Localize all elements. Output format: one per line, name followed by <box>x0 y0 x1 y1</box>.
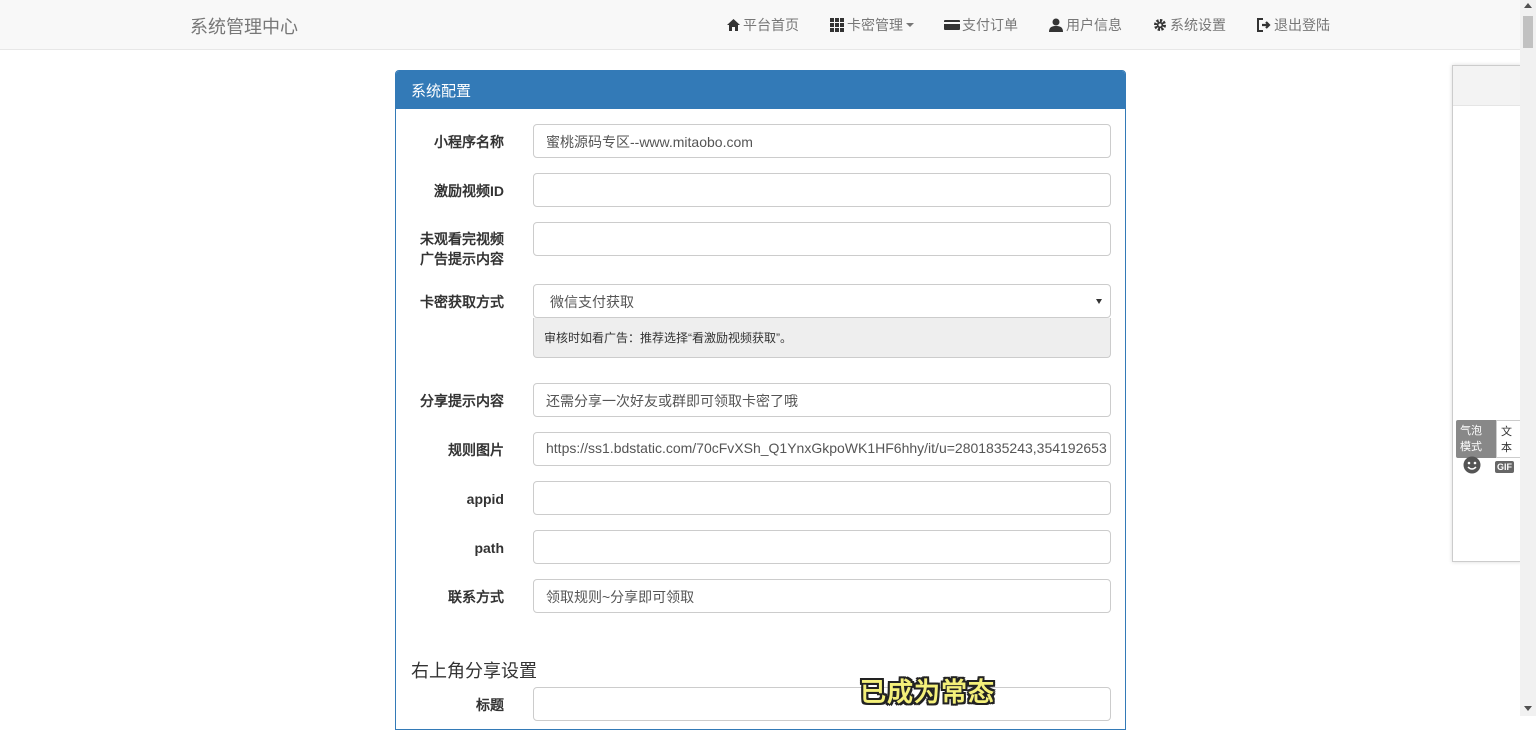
nav-item-user-info[interactable]: 用户信息 <box>1048 15 1122 35</box>
app-name-input[interactable]: 蜜桃源码专区--www.mitaobo.com <box>533 124 1111 158</box>
card-method-selected-value: 微信支付获取 <box>550 294 634 310</box>
nav-item-system-settings[interactable]: 系统设置 <box>1152 15 1226 35</box>
text-mode-button[interactable]: 文本 <box>1496 420 1522 458</box>
video-subtitle: 已成为常态 <box>860 677 996 707</box>
system-config-panel: 系统配置 小程序名称 蜜桃源码专区--www.mitaobo.com 激励视频I… <box>395 70 1126 730</box>
app-name-label: 小程序名称 <box>434 134 504 150</box>
share-title-label: 标题 <box>476 697 504 713</box>
nav-item-label: 系统设置 <box>1170 17 1226 33</box>
scroll-up-arrow-icon[interactable] <box>1524 3 1532 8</box>
scrollbar-thumb[interactable] <box>1523 16 1533 48</box>
path-label: path <box>474 540 504 556</box>
unwatched-tip-label: 未观看完视频 广告提示内容 <box>396 229 504 269</box>
path-input[interactable] <box>533 530 1111 564</box>
card-method-label: 卡密获取方式 <box>420 294 504 310</box>
nav-item-payment-orders[interactable]: 支付订单 <box>944 15 1018 35</box>
page-scrollbar[interactable] <box>1520 0 1536 716</box>
nav-item-label: 退出登陆 <box>1274 17 1330 33</box>
gif-icon[interactable]: GIF <box>1495 460 1514 473</box>
rule-image-input[interactable]: https://ss1.bdstatic.com/70cFvXSh_Q1YnxG… <box>533 432 1111 466</box>
reward-video-id-label: 激励视频ID <box>434 183 504 199</box>
home-icon <box>725 17 741 33</box>
nav-menu: 平台首页 卡密管理 支付订单 用户信息 系统设置 退出登陆 <box>695 0 1330 50</box>
nav-item-home[interactable]: 平台首页 <box>725 15 799 35</box>
emoji-icon[interactable] <box>1463 456 1481 477</box>
reward-video-id-input[interactable] <box>533 173 1111 207</box>
mode-toggle: 气泡模式 文本 <box>1456 420 1522 458</box>
contact-label: 联系方式 <box>448 589 504 605</box>
nav-item-logout[interactable]: 退出登陆 <box>1256 15 1330 35</box>
share-tip-input[interactable]: 还需分享一次好友或群即可领取卡密了哦 <box>533 383 1111 417</box>
gear-icon <box>1152 17 1168 33</box>
appid-label: appid <box>466 491 504 507</box>
caret-down-icon <box>906 23 914 27</box>
card-method-help: 审核时如看广告：推荐选择“看激励视频获取”。 <box>533 318 1111 358</box>
panel-title: 系统配置 <box>396 71 1125 109</box>
select-arrow-icon <box>1096 299 1102 304</box>
navbar: 系统管理中心 平台首页 卡密管理 支付订单 用户信息 系统设置 退出登陆 <box>0 0 1520 50</box>
unwatched-tip-label-line1: 未观看完视频 <box>420 231 504 247</box>
nav-item-card-management[interactable]: 卡密管理 <box>829 15 914 35</box>
share-tip-label: 分享提示内容 <box>420 393 504 409</box>
nav-item-label: 平台首页 <box>743 17 799 33</box>
grid-icon <box>829 17 845 33</box>
contact-input[interactable]: 领取规则~分享即可领取 <box>533 579 1111 613</box>
nav-item-label: 支付订单 <box>962 17 1018 33</box>
card-method-select[interactable]: 微信支付获取 <box>533 284 1111 318</box>
bubble-mode-button[interactable]: 气泡模式 <box>1456 420 1496 458</box>
nav-item-label: 用户信息 <box>1066 17 1122 33</box>
rule-image-label: 规则图片 <box>448 442 504 458</box>
share-settings-heading: 右上角分享设置 <box>411 661 537 681</box>
scroll-down-arrow-icon[interactable] <box>1524 706 1532 711</box>
user-icon <box>1048 17 1064 33</box>
card-icon <box>944 17 960 33</box>
brand-title[interactable]: 系统管理中心 <box>190 13 298 39</box>
appid-input[interactable] <box>533 481 1111 515</box>
unwatched-tip-label-line2: 广告提示内容 <box>420 251 504 267</box>
widget-header <box>1453 66 1522 106</box>
logout-icon <box>1256 17 1272 33</box>
unwatched-tip-input[interactable] <box>533 222 1111 256</box>
nav-item-label: 卡密管理 <box>847 17 903 33</box>
floating-chat-widget: 气泡模式 文本 GIF <box>1452 65 1536 562</box>
